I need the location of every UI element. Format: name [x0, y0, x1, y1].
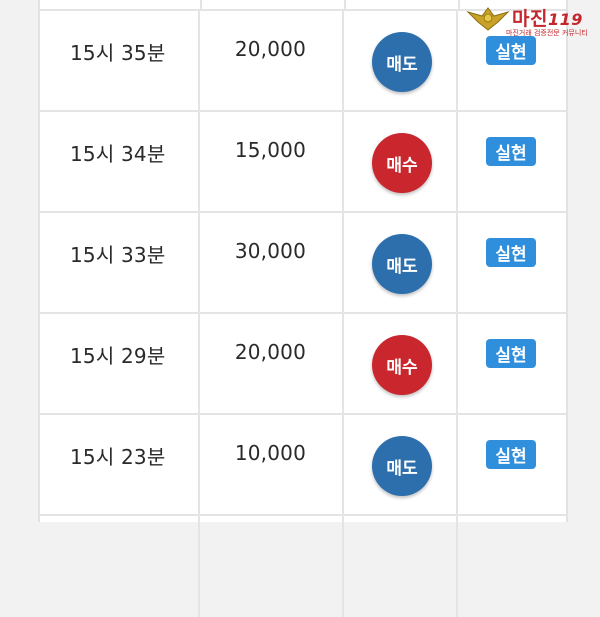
trade-amount: 15,000 — [234, 138, 306, 162]
trade-amount: 10,000 — [234, 441, 306, 465]
trade-time: 15시 34분 — [70, 142, 166, 166]
trade-history-table: 15시 35분 20,000 매도 실현 15시 34분 15,000 매수 실… — [38, 0, 568, 617]
site-watermark: 마진119 마진거래 검증전문 커뮤니티 — [466, 2, 596, 42]
watermark-subtitle: 마진거래 검증전문 커뮤니티 — [506, 29, 588, 37]
trade-amount: 30,000 — [234, 239, 306, 263]
trade-type-sell: 매도 — [372, 234, 432, 294]
trade-time: 15시 35분 — [70, 41, 166, 65]
trade-time: 15시 33분 — [70, 243, 166, 267]
table-row: 15시 34분 15,000 매수 실현 — [40, 112, 566, 213]
status-badge[interactable]: 실현 — [486, 339, 536, 368]
watermark-title: 마진119 — [512, 8, 583, 30]
table-row-partial — [40, 516, 566, 617]
table-row: 15시 33분 30,000 매도 실현 — [40, 213, 566, 314]
eagle-emblem-icon — [466, 7, 510, 31]
status-badge[interactable]: 실현 — [486, 440, 536, 469]
trade-type-sell: 매도 — [372, 32, 432, 92]
trade-time: 15시 29분 — [70, 344, 166, 368]
table-row: 15시 29분 20,000 매수 실현 — [40, 314, 566, 415]
trade-amount: 20,000 — [234, 340, 306, 364]
trade-type-sell: 매도 — [372, 436, 432, 496]
table-row: 15시 23분 10,000 매도 실현 — [40, 415, 566, 516]
trade-type-buy: 매수 — [372, 335, 432, 395]
status-badge[interactable]: 실현 — [486, 137, 536, 166]
trade-type-buy: 매수 — [372, 133, 432, 193]
status-badge[interactable]: 실현 — [486, 238, 536, 267]
trade-amount: 20,000 — [234, 37, 306, 61]
trade-time: 15시 23분 — [70, 445, 166, 469]
